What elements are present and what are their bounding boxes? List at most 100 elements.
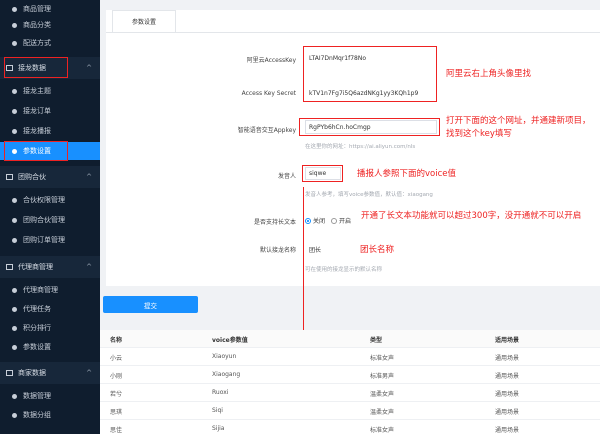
sidebar-item-group-orders[interactable]: 团购订单管理: [0, 231, 100, 249]
highlight-box: [4, 57, 68, 78]
bullet-icon: [12, 217, 17, 223]
col-header: 适用场景: [495, 337, 520, 344]
radio-unchecked-icon: [331, 217, 337, 224]
table-cell: 标准女声: [370, 427, 395, 434]
table-cell: 小刚: [110, 373, 123, 380]
table-header-row: 名称 voice参数值 类型 适用场景: [100, 330, 600, 348]
col-header: 类型: [370, 337, 383, 344]
table-cell: Ruoxi: [212, 389, 229, 396]
chevron-up-icon: ^: [86, 369, 92, 377]
table-cell: 通用场景: [495, 391, 520, 398]
bullet-icon: [12, 197, 17, 203]
sidebar-item-label: 配送方式: [23, 39, 51, 47]
highlight-box: [299, 118, 440, 136]
bullet-icon: [12, 306, 17, 312]
sidebar-item-label: 商品管理: [23, 5, 51, 13]
sidebar-item-label: 积分排行: [23, 324, 51, 332]
radio-off[interactable]: 关闭: [305, 216, 325, 225]
table-row: 思佳 Sijia 标准女声 通用场景: [100, 420, 600, 434]
table-cell: 思琪: [110, 409, 123, 416]
sidebar-item-label: 数据分组: [23, 411, 51, 419]
group-name-label: 默认接龙名称: [259, 247, 296, 254]
gear-icon: [12, 344, 17, 350]
sidebar-group-tuangou[interactable]: 团购合伙 ^: [0, 166, 100, 188]
sidebar-item-data-group[interactable]: 数据分组: [0, 406, 100, 424]
group-name-hint: 可在使用的接龙显示的默认名称: [305, 267, 383, 273]
annotation-long-text: 开通了长文本功能就可以超过300字，没开通就不可以开启: [361, 211, 582, 221]
radio-on-label: 开启: [339, 218, 352, 225]
table-cell: Xiaogang: [212, 371, 241, 378]
sidebar-item-agent-task[interactable]: 代理任务: [0, 300, 100, 318]
bullet-icon: [12, 393, 17, 399]
submit-button[interactable]: 提交: [103, 296, 198, 313]
table-cell: 标准女声: [370, 355, 395, 362]
long-text-label: 是否支持长文本: [253, 219, 296, 226]
sidebar-item-orders[interactable]: 接龙订单: [0, 102, 100, 120]
sidebar-item-label: 参数设置: [23, 343, 51, 351]
highlight-box: [302, 165, 343, 182]
sidebar-group-merchant[interactable]: 商家数据 ^: [0, 362, 100, 384]
annotation-accesskey: 阿里云右上角头像里找: [446, 69, 532, 79]
bullet-icon: [12, 412, 17, 418]
annotation-speaker: 播报人参照下面的voice值: [357, 169, 456, 179]
sidebar-item-label: 合伙权限管理: [23, 196, 65, 204]
table-cell: 思佳: [110, 427, 123, 434]
table-cell: 通用场景: [495, 409, 520, 416]
radio-checked-icon: [305, 217, 311, 224]
sidebar-item-agent-settings[interactable]: 参数设置: [0, 338, 100, 356]
speaker-label: 发音人: [277, 173, 296, 180]
tab-settings[interactable]: 参数设置: [112, 10, 176, 32]
voice-table: 名称 voice参数值 类型 适用场景 小云 Xiaoyun 标准女声 通用场景…: [100, 330, 600, 434]
bullet-icon: [12, 237, 17, 243]
table-cell: 通用场景: [495, 427, 520, 434]
access-key-label: 阿里云AccessKey: [246, 57, 296, 64]
sidebar-item-partner-mgmt[interactable]: 团购合伙管理: [0, 211, 100, 229]
speaker-hint: 发音人参考，填写voice参数值，默认值：xiaogang: [305, 192, 433, 198]
sidebar-item-shipping[interactable]: 配送方式: [0, 34, 100, 52]
radio-on[interactable]: 开启: [331, 216, 351, 225]
sidebar-item-categories[interactable]: 商品分类: [0, 16, 100, 34]
table-row: 若兮 Ruoxi 温柔女声 通用场景: [100, 384, 600, 402]
sidebar-item-label: 数据管理: [23, 392, 51, 400]
folder-icon: [6, 370, 13, 376]
table-cell: 温柔女声: [370, 391, 395, 398]
sidebar-item-label: 代理商管理: [23, 286, 58, 294]
bullet-icon: [12, 88, 17, 94]
sidebar-group-label: 代理商管理: [18, 263, 53, 271]
table-cell: 温柔女声: [370, 409, 395, 416]
sidebar-item-label: 接龙订单: [23, 107, 51, 115]
appkey-label: 智能语音交互Appkey: [237, 127, 296, 134]
sidebar-item-agent-mgmt[interactable]: 代理商管理: [0, 281, 100, 299]
sidebar-item-points-rank[interactable]: 积分排行: [0, 319, 100, 337]
table-cell: 通用场景: [495, 355, 520, 362]
sidebar: 商品管理 商品分类 配送方式 接龙数据 ^ 接龙主题 接龙订单 接龙播报 参数设置…: [0, 0, 100, 434]
sidebar-item-data-mgmt[interactable]: 数据管理: [0, 387, 100, 405]
folder-icon: [6, 264, 13, 270]
sidebar-item-label: 代理任务: [23, 305, 51, 313]
bullet-icon: [12, 6, 17, 12]
sidebar-item-partner-perm[interactable]: 合伙权限管理: [0, 191, 100, 209]
chevron-up-icon: ^: [86, 64, 92, 72]
group-name-input[interactable]: 团长: [309, 245, 321, 254]
bullet-icon: [12, 325, 17, 331]
chevron-up-icon: ^: [86, 263, 92, 271]
tab-divider: [106, 32, 600, 33]
sidebar-item-broadcast[interactable]: 接龙播报: [0, 122, 100, 140]
table-cell: Xiaoyun: [212, 353, 237, 360]
chevron-up-icon: ^: [86, 173, 92, 181]
col-header: voice参数值: [212, 337, 248, 344]
col-header: 名称: [110, 337, 123, 344]
sidebar-group-agent[interactable]: 代理商管理 ^: [0, 256, 100, 278]
annotation-group-name: 团长名称: [360, 245, 395, 255]
folder-icon: [6, 174, 13, 180]
table-cell: 标准男声: [370, 373, 395, 380]
table-row: 小云 Xiaoyun 标准女声 通用场景: [100, 348, 600, 366]
bullet-icon: [12, 287, 17, 293]
sidebar-item-label: 团购订单管理: [23, 236, 65, 244]
table-cell: 小云: [110, 355, 123, 362]
sidebar-group-label: 团购合伙: [18, 173, 46, 181]
bullet-icon: [12, 128, 17, 134]
sidebar-item-topics[interactable]: 接龙主题: [0, 82, 100, 100]
bullet-icon: [12, 108, 17, 114]
sidebar-item-label: 接龙主题: [23, 87, 51, 95]
